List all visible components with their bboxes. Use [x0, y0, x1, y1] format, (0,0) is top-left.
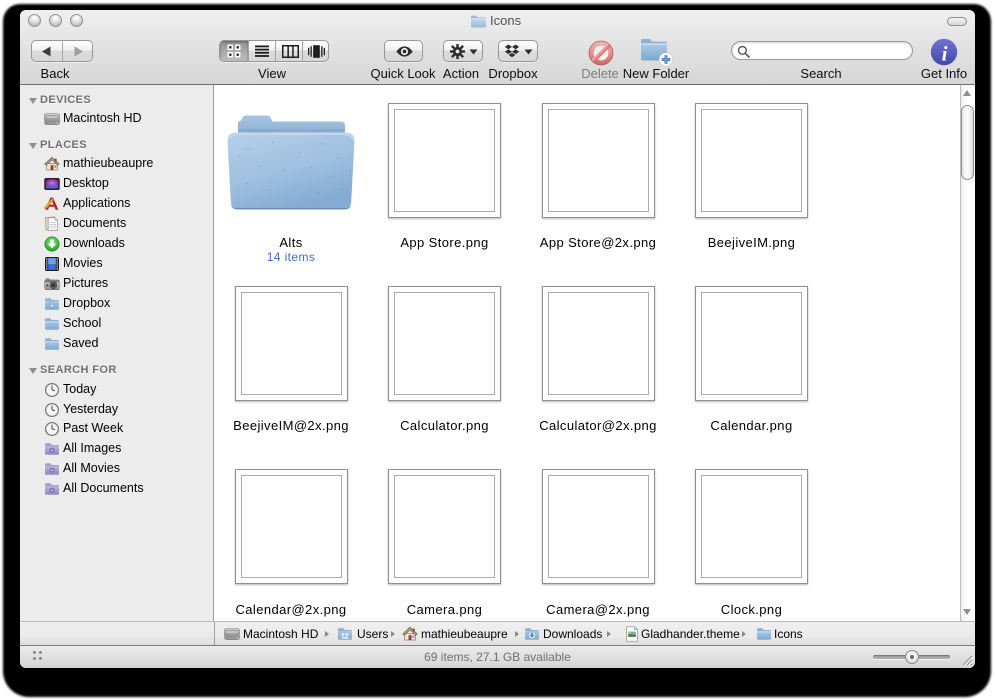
svg-text:i: i — [942, 42, 948, 66]
